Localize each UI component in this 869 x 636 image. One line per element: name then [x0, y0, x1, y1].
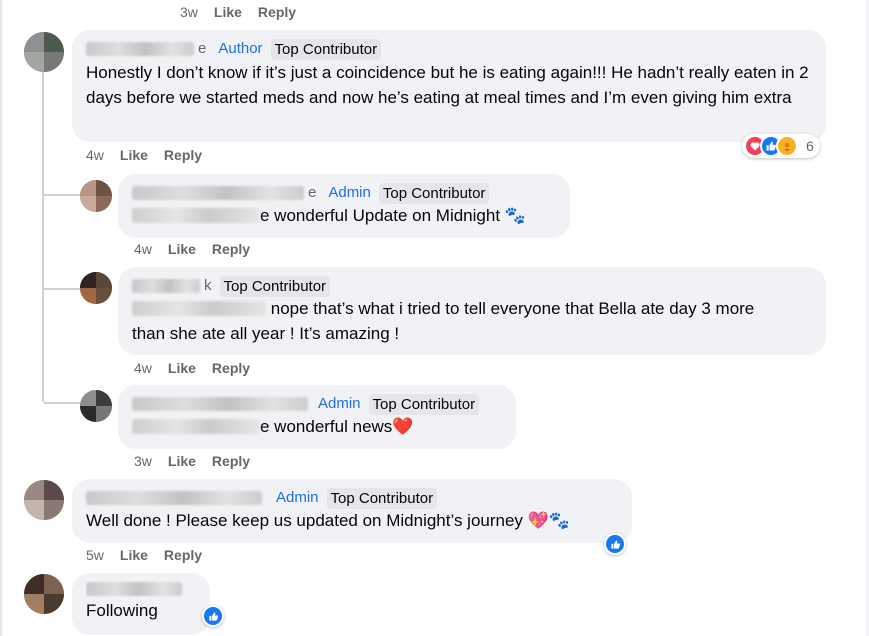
top-contributor-badge[interactable]: Top Contributor	[326, 487, 438, 509]
comment-text-row: e wonderful Update on Midnight 🐾	[132, 204, 558, 229]
like-button[interactable]: Like	[120, 547, 148, 563]
reactions-summary[interactable]: 6	[742, 134, 820, 158]
top-contributor-badge[interactable]: Top Contributor	[270, 38, 382, 60]
like-icon	[204, 607, 222, 625]
comment-text: Well done ! Please keep us updated on Mi…	[86, 511, 570, 530]
comment-bubble: Admin Top Contributor e wonderful news❤️	[118, 385, 516, 449]
like-button[interactable]: Like	[168, 241, 196, 257]
thread-connector-3	[44, 402, 80, 404]
reply-button[interactable]: Reply	[164, 547, 202, 563]
comment-text: Following	[86, 601, 158, 620]
comment-time[interactable]: 4w	[134, 241, 152, 257]
commenter-name-redacted[interactable]	[132, 279, 200, 293]
avatar[interactable]	[24, 480, 64, 520]
commenter-name-redacted[interactable]	[132, 397, 308, 411]
admin-label: Admin	[276, 489, 319, 506]
author-label: Author	[218, 40, 263, 57]
admin-label: Admin	[318, 395, 361, 412]
comment-0-meta: 3w Like Reply	[180, 4, 296, 20]
reply-button[interactable]: Reply	[164, 147, 202, 163]
reactions-summary[interactable]	[604, 533, 626, 555]
like-button[interactable]: Like	[120, 147, 148, 163]
avatar[interactable]	[80, 272, 112, 304]
avatar[interactable]	[80, 180, 112, 212]
redacted-text	[132, 419, 260, 434]
like-button[interactable]: Like	[168, 453, 196, 469]
commenter-name-redacted[interactable]	[86, 582, 182, 596]
top-contributor-badge[interactable]: Top Contributor	[219, 275, 331, 297]
avatar[interactable]	[24, 574, 64, 614]
comment-text: Honestly I don’t know if it’s just a coi…	[86, 63, 809, 107]
commenter-name-tail[interactable]: e	[308, 183, 316, 203]
care-icon	[776, 135, 798, 157]
comment-text-line-2: than she ate all year ! It’s amazing !	[132, 323, 400, 343]
reply-button[interactable]: Reply	[212, 241, 250, 257]
comment-bubble: Admin Top Contributor Well done ! Please…	[72, 479, 632, 543]
thread-connector-1	[44, 194, 80, 196]
comment-header: e Author Top Contributor	[86, 38, 814, 60]
comment-bubble: k Top Contributor nope that’s what i tri…	[118, 267, 826, 355]
comment-header: Admin Top Contributor	[86, 487, 620, 509]
like-button[interactable]: Like	[214, 4, 242, 20]
commenter-name-redacted[interactable]	[86, 42, 194, 56]
commenter-name-tail[interactable]: e	[198, 39, 206, 59]
comment-time[interactable]: 3w	[180, 4, 198, 20]
window-left-edge	[0, 0, 2, 636]
comment-header	[86, 581, 198, 597]
comment-header: Admin Top Contributor	[132, 393, 504, 415]
top-contributor-badge[interactable]: Top Contributor	[368, 393, 480, 415]
comment-time[interactable]: 3w	[134, 453, 152, 469]
redacted-text	[132, 208, 260, 223]
comment-text: e wonderful news❤️	[260, 417, 414, 436]
comment-bubble: e Author Top Contributor Honestly I don’…	[72, 30, 826, 142]
avatar[interactable]	[80, 390, 112, 422]
top-contributor-badge[interactable]: Top Contributor	[378, 182, 490, 204]
comment-time[interactable]: 4w	[86, 147, 104, 163]
like-icon	[606, 535, 624, 553]
reactions-summary[interactable]	[202, 605, 224, 627]
comment-header: k Top Contributor	[132, 275, 814, 297]
comment-meta: 4w Like Reply	[134, 360, 250, 376]
comment-meta: 3w Like Reply	[134, 453, 250, 469]
comment-time[interactable]: 5w	[86, 547, 104, 563]
commenter-name-redacted[interactable]	[132, 186, 304, 200]
comment-bubble: e Admin Top Contributor e wonderful Upda…	[118, 174, 570, 238]
comment-bubble: Following	[72, 573, 210, 635]
reply-button[interactable]: Reply	[258, 4, 296, 20]
commenter-name-tail[interactable]: k	[204, 276, 212, 296]
reaction-count: 6	[806, 138, 814, 154]
comment-text: nope that’s what i tried to tell everyon…	[270, 299, 755, 318]
comment-meta: 4w Like Reply	[134, 241, 250, 257]
commenter-name-redacted[interactable]	[86, 491, 262, 505]
comment-meta: 5w Like Reply	[86, 547, 202, 563]
thread-line-main	[42, 72, 44, 402]
reply-button[interactable]: Reply	[212, 360, 250, 376]
admin-label: Admin	[328, 184, 371, 201]
avatar[interactable]	[24, 32, 64, 72]
comment-text: e wonderful Update on Midnight 🐾	[260, 206, 526, 225]
redacted-text	[132, 301, 266, 316]
comment-header: e Admin Top Contributor	[132, 182, 558, 204]
comment-text-row: e wonderful news❤️	[132, 415, 504, 440]
reply-button[interactable]: Reply	[212, 453, 250, 469]
like-button[interactable]: Like	[168, 360, 196, 376]
comment-time[interactable]: 4w	[134, 360, 152, 376]
thread-connector-2	[44, 288, 80, 290]
comment-meta: 4w Like Reply	[86, 147, 202, 163]
comment-text-row: nope that’s what i tried to tell everyon…	[132, 297, 814, 322]
